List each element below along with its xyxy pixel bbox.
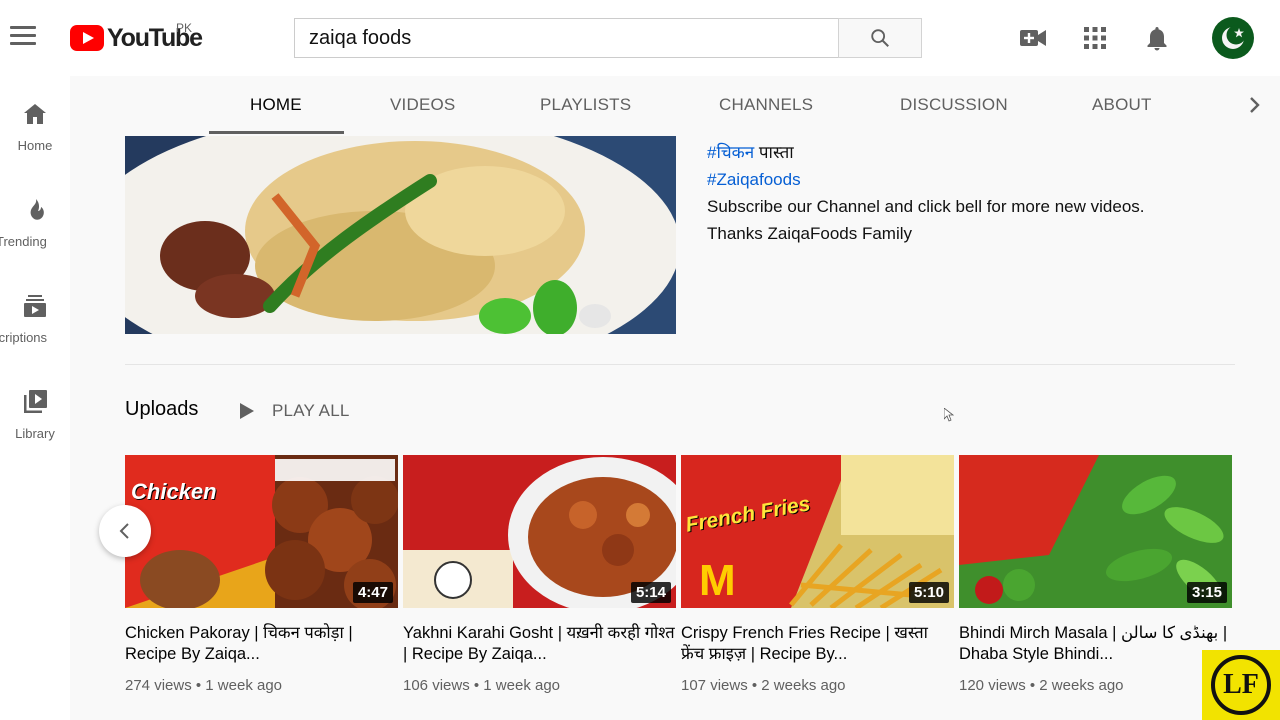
country-code: PK [176,21,193,35]
view-count: 274 views [125,677,192,694]
watermark-text: LF [1223,669,1259,700]
view-count: 120 views [959,677,1026,694]
youtube-logo[interactable]: YouTube PK [70,21,203,52]
menu-icon[interactable] [10,26,36,46]
trending-flame-icon [30,199,44,220]
video-title[interactable]: Crispy French Fries Recipe | खस्ता फ्रें… [681,623,955,665]
sidebar-item-label: Trending [0,234,47,249]
pasta-dish-image [125,136,676,334]
video-duration: 4:47 [352,582,393,603]
video-thumbnail[interactable]: M French Fries 5:10 [681,455,954,608]
youtube-play-icon [70,25,104,51]
section-divider [125,364,1235,365]
home-icon [24,104,46,124]
description-text: Subscribe our Channel and click bell for… [707,197,1145,216]
video-thumbnail[interactable]: Chicken 4:47 [125,455,398,608]
svg-text:M: M [699,556,736,605]
search-input[interactable] [294,18,838,58]
sidebar-item-label: Library [15,426,55,441]
channel-watermark: LF [1202,650,1280,720]
sidebar-item-library[interactable]: Library [0,388,70,468]
view-count: 106 views [403,677,470,694]
tab-channels[interactable]: CHANNELS [719,76,813,134]
video-duration: 5:10 [908,582,949,603]
create-video-icon[interactable] [1019,26,1047,50]
featured-video-thumbnail[interactable] [125,136,676,334]
play-all-label: PLAY ALL [272,401,350,420]
video-card: 5:14 Yakhni Karahi Gosht | यख़नी करही गो… [403,455,677,694]
chevron-left-icon [119,523,129,539]
video-card: Chicken 4:47 Chicken Pakoray | चिकन पकोड… [125,455,399,694]
video-meta: 274 views • 1 week ago [125,677,283,694]
tab-discussion[interactable]: DISCUSSION [900,76,1008,134]
upload-age: 1 week ago [483,677,561,694]
upload-age: 2 weeks ago [1039,677,1124,694]
video-thumbnail[interactable]: 5:14 [403,455,676,608]
video-thumbnail[interactable]: 3:15 [959,455,1232,608]
tab-videos[interactable]: VIDEOS [390,76,455,134]
chevron-right-icon[interactable] [1242,93,1266,117]
search-icon [871,29,889,47]
video-card: 3:15 Bhindi Mirch Masala | بھنڈی کا سالن… [959,455,1233,694]
video-title[interactable]: Yakhni Karahi Gosht | यख़नी करही गोश्त |… [403,623,677,665]
video-meta: 120 views • 2 weeks ago [959,677,1124,694]
shelf-title[interactable]: Uploads [125,398,198,421]
hashtag-link[interactable]: #Zaiqafoods [707,170,801,189]
masthead: YouTube PK [0,0,1280,76]
subscriptions-icon [24,295,46,317]
video-meta: 107 views • 2 weeks ago [681,677,846,694]
sidebar-item-home[interactable]: Home [0,100,70,180]
search-bar [294,18,922,58]
upload-age: 2 weeks ago [761,677,846,694]
video-card: M French Fries 5:10 Crispy French Fries … [681,455,955,694]
channel-content: #चिकन पास्ता #Zaiqafoods Subscribe our C… [70,134,1280,720]
video-duration: 3:15 [1186,582,1227,603]
library-icon [24,390,47,413]
hashtag-link[interactable]: #चिकन [707,143,754,162]
featured-video-description: #चिकन पास्ता #Zaiqafoods Subscribe our C… [707,139,1247,247]
video-title[interactable]: Bhindi Mirch Masala | بھنڈی کا سالن | Dh… [959,623,1233,665]
play-all-button[interactable]: PLAY ALL [240,396,350,426]
apps-grid-icon[interactable] [1084,27,1106,49]
upload-age: 1 week ago [205,677,283,694]
video-meta: 106 views • 1 week ago [403,677,561,694]
channel-tabs: HOME VIDEOS PLAYLISTS CHANNELS DISCUSSIO… [70,76,1280,134]
crescent-star-icon [1222,25,1246,49]
mini-guide: Home Trending Subscriptions Library [0,76,70,720]
description-text: Thanks ZaiqaFoods Family [707,224,913,243]
tab-playlists[interactable]: PLAYLISTS [540,76,631,134]
search-button[interactable] [838,18,922,58]
video-duration: 5:14 [630,582,671,603]
thumbnail-text: Chicken [131,479,217,504]
sidebar-item-subscriptions[interactable]: Subscriptions [0,292,70,372]
mouse-cursor-icon [944,408,954,422]
sidebar-item-label: Home [17,138,53,153]
account-avatar[interactable] [1212,17,1254,59]
description-text: पास्ता [758,143,794,162]
view-count: 107 views [681,677,748,694]
play-icon [240,403,254,419]
carousel-previous-button[interactable] [99,505,151,557]
sidebar-item-trending[interactable]: Trending [0,196,70,276]
tab-about[interactable]: ABOUT [1092,76,1152,134]
notifications-bell-icon[interactable] [1145,25,1169,51]
video-title[interactable]: Chicken Pakoray | चिकन पकोड़ा | Recipe B… [125,623,399,665]
tab-home[interactable]: HOME [250,76,302,134]
sidebar-item-label: Subscriptions [0,330,48,345]
